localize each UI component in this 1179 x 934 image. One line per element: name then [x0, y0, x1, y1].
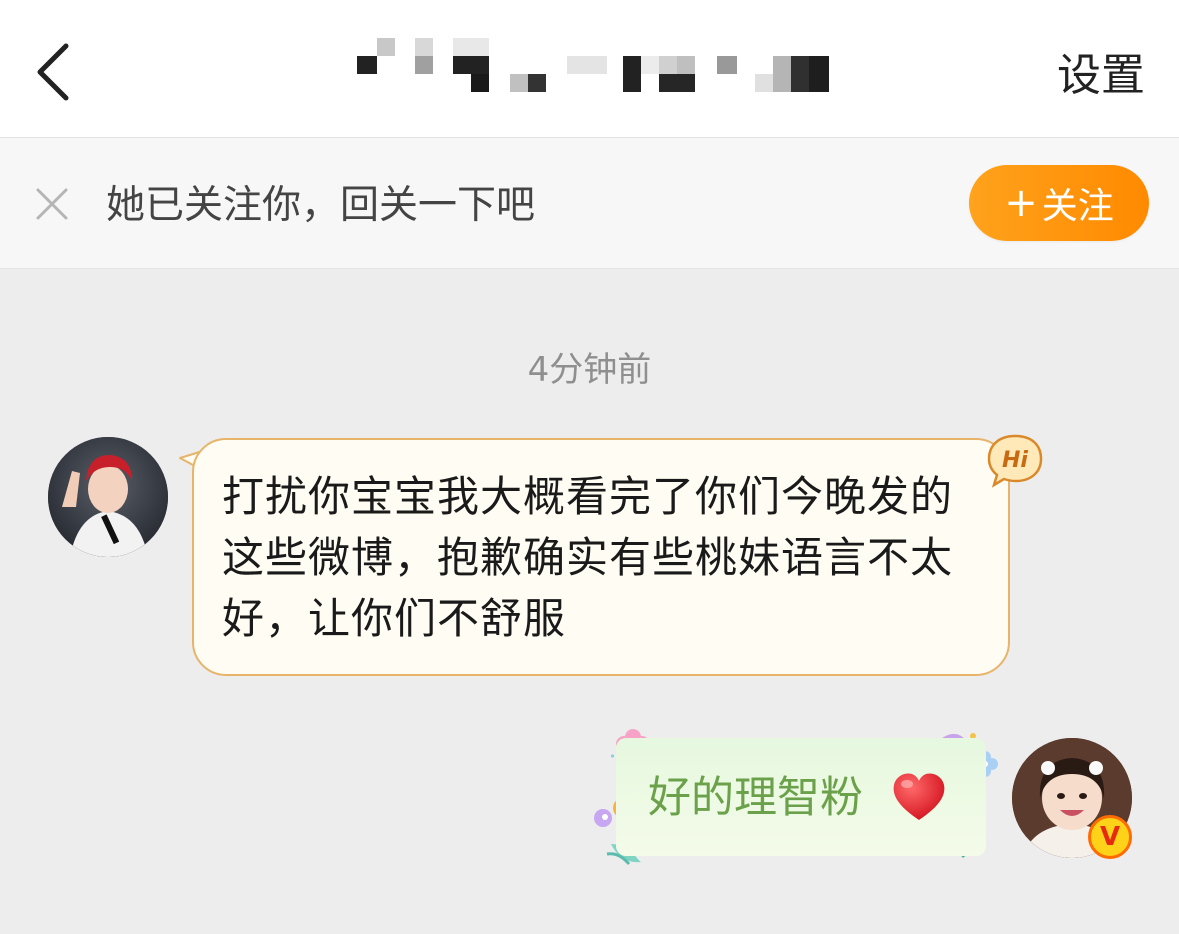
avatar-photo — [48, 437, 168, 557]
settings-button[interactable]: 设置 — [1057, 46, 1145, 106]
hi-badge-icon: Hi — [986, 432, 1044, 488]
hi-badge-text: Hi — [1002, 448, 1028, 473]
verified-badge-icon: V — [1088, 815, 1132, 859]
back-button[interactable] — [30, 40, 80, 104]
sender-avatar[interactable] — [48, 437, 168, 557]
message-timestamp: 4分钟前 — [527, 350, 652, 390]
close-notice-button[interactable] — [34, 186, 70, 222]
received-message-text: 打扰你宝宝我大概看完了你们今晚发的这些微博，抱歉确实有些桃妹语言不太好，让你们不… — [222, 472, 954, 643]
sent-message-text: 好的理智粉 — [648, 773, 863, 823]
plus-icon: + — [1004, 180, 1038, 226]
top-bar: 设置 — [0, 0, 1179, 138]
follow-back-text: 她已关注你，回关一下吧 — [106, 183, 536, 228]
follow-button-label: 关注 — [1041, 186, 1114, 227]
chevron-left-icon — [37, 43, 69, 101]
redacted-title — [355, 36, 835, 98]
heart-icon — [893, 773, 945, 820]
follow-button[interactable]: + 关注 — [969, 165, 1149, 241]
close-icon — [36, 188, 68, 220]
